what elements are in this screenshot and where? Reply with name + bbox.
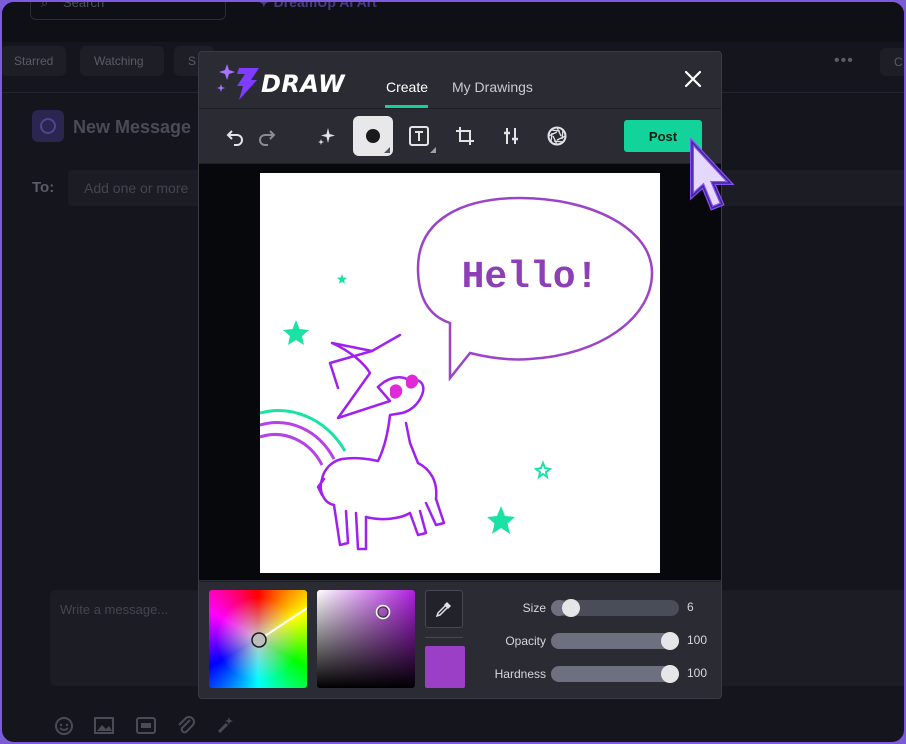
- tab-c[interactable]: C: [880, 48, 904, 76]
- brush-icon: [366, 129, 380, 143]
- slider-value-hardness: 100: [687, 666, 708, 680]
- text-icon: [409, 126, 429, 146]
- slider-thumb[interactable]: [661, 665, 679, 683]
- aperture-icon: [547, 126, 567, 146]
- draw-modal: DRAW Create My Drawings Post Hello! Size…: [198, 51, 722, 699]
- search-icon: ⌕: [41, 0, 49, 10]
- brand-link[interactable]: ✦ DreamUp AI Art: [258, 0, 377, 11]
- sparkle-icon: ✦: [258, 0, 274, 10]
- bubble-text: Hello!: [462, 256, 599, 299]
- toolbar: Post: [199, 109, 721, 164]
- more-icon[interactable]: •••: [834, 52, 854, 70]
- size-slider[interactable]: [551, 599, 679, 617]
- mouse-cursor-icon: [690, 138, 735, 211]
- redo-icon: [259, 130, 276, 146]
- slider-label-hardness: Hardness: [494, 667, 546, 681]
- modal-header: DRAW Create My Drawings: [199, 52, 721, 109]
- sliders-icon: [504, 128, 518, 144]
- star-shape: [487, 506, 515, 534]
- filter-button[interactable]: [537, 116, 577, 156]
- slider-thumb[interactable]: [562, 599, 580, 617]
- close-icon[interactable]: [683, 69, 703, 89]
- slider-label-size: Size: [522, 601, 546, 615]
- drawing-canvas[interactable]: Hello!: [260, 173, 660, 573]
- undo-icon: [226, 130, 243, 146]
- star-shape: [533, 460, 553, 480]
- canvas-area: Hello!: [199, 164, 721, 580]
- star-shape: [283, 320, 309, 345]
- star-shape: [337, 274, 347, 284]
- adjust-button[interactable]: [491, 116, 531, 156]
- logo-text: DRAW: [261, 70, 346, 98]
- tab-create[interactable]: Create: [386, 79, 428, 95]
- emoji-icon[interactable]: [52, 714, 76, 738]
- search-placeholder: Search: [63, 0, 105, 10]
- tab-my-drawings[interactable]: My Drawings: [452, 79, 533, 95]
- saturation-picker[interactable]: [317, 590, 415, 688]
- slider-value-size: 6: [687, 600, 694, 614]
- avatar: [32, 110, 64, 142]
- active-tab-indicator: [385, 105, 428, 108]
- opacity-slider[interactable]: [551, 632, 679, 650]
- hardness-slider[interactable]: [551, 665, 679, 683]
- slider-fill: [551, 633, 679, 649]
- redo-button[interactable]: [247, 116, 287, 156]
- submenu-indicator: [384, 147, 390, 153]
- avatar-icon: [40, 118, 56, 134]
- eyedropper-icon: [435, 602, 451, 618]
- brand-label: DreamUp AI Art: [273, 0, 377, 10]
- slider-thumb[interactable]: [661, 632, 679, 650]
- crop-button[interactable]: [445, 116, 485, 156]
- text-tool-button[interactable]: [399, 116, 439, 156]
- to-label: To:: [32, 179, 55, 196]
- image-icon[interactable]: [92, 714, 116, 738]
- llama-drawing: [316, 333, 446, 551]
- sv-selector: [375, 604, 391, 620]
- submenu-indicator: [430, 147, 436, 153]
- color-panel: Size 6 Opacity 100 Hardness 100: [199, 581, 721, 698]
- rainbow-arc: [260, 409, 347, 452]
- gif-icon[interactable]: [134, 714, 158, 738]
- hue-wheel[interactable]: [209, 590, 307, 688]
- sparkle-icon: [318, 128, 335, 145]
- crop-icon: [456, 127, 474, 145]
- draw-icon[interactable]: [214, 714, 238, 738]
- attach-icon[interactable]: [174, 714, 198, 738]
- brush-button[interactable]: [353, 116, 393, 156]
- hue-selector: [251, 607, 307, 648]
- search-input[interactable]: ⌕ Search: [30, 0, 226, 20]
- tab-watching[interactable]: Watching: [80, 46, 164, 76]
- tab-starred[interactable]: Starred: [2, 46, 66, 76]
- rainbow-arc: [260, 433, 324, 466]
- slider-value-opacity: 100: [687, 633, 708, 647]
- slider-label-opacity: Opacity: [505, 634, 546, 648]
- page-title: New Message: [73, 117, 192, 137]
- slider-fill: [551, 666, 679, 682]
- app-window: ⌕ Search ✦ DreamUp AI Art Starred Watchi…: [0, 0, 906, 744]
- ai-sparkle-button[interactable]: [307, 116, 347, 156]
